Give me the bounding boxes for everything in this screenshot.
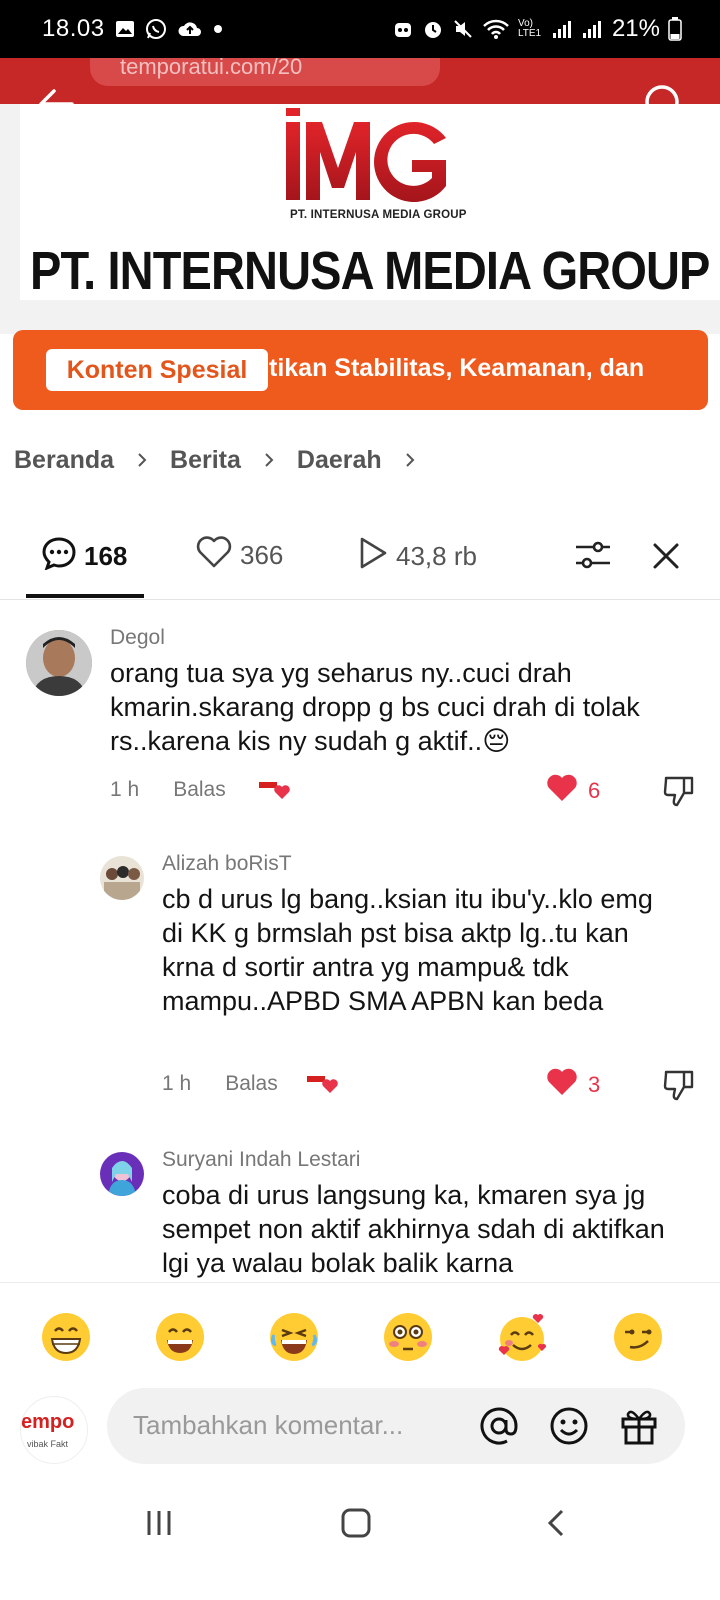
play-icon <box>358 536 388 577</box>
comment-time: 1 h <box>110 778 140 801</box>
heart-outline-icon <box>196 536 232 575</box>
robot-icon <box>392 18 414 40</box>
my-avatar-tagline: vibak Fakt <box>27 1439 69 1449</box>
avatar[interactable] <box>26 630 92 696</box>
thumbs-down-icon[interactable] <box>662 774 696 808</box>
comment-time: 1 h <box>162 1072 192 1095</box>
reply-button[interactable]: Balas <box>173 778 226 802</box>
quick-emoji-bar <box>0 1282 720 1382</box>
url-bar[interactable]: temporatui.com/20 <box>90 58 440 86</box>
tab-views[interactable]: 43,8 rb <box>358 536 477 577</box>
comment-tabs: 168 366 43,8 rb <box>0 508 720 600</box>
comment-author[interactable]: Alizah boRisT <box>162 852 292 876</box>
laugh-tears-emoji-button[interactable] <box>268 1311 320 1363</box>
tab-comments[interactable]: 168 <box>42 536 127 577</box>
comment-input-placeholder: Tambahkan komentar... <box>133 1410 404 1440</box>
thumbs-down-icon[interactable] <box>662 1068 696 1102</box>
cloud-upload-icon <box>177 19 203 39</box>
company-name: PT. INTERNUSA MEDIA GROUP <box>30 241 710 301</box>
comment-like-button[interactable]: 3 <box>546 1068 600 1102</box>
system-nav-bar <box>0 1482 720 1600</box>
comment-meta: 1 h Balas <box>110 778 296 802</box>
comment-like-count: 6 <box>588 778 601 803</box>
breadcrumb: Beranda Berita Daerah <box>14 446 438 475</box>
close-icon[interactable] <box>650 540 682 572</box>
special-content-banner[interactable]: tikan Stabilitas, Keamanan, dan Konten S… <box>13 330 708 410</box>
my-avatar-logo: empo <box>21 1411 75 1433</box>
comment-input[interactable]: Tambahkan komentar... <box>107 1388 685 1464</box>
breadcrumb-item-berita[interactable]: Berita <box>170 446 241 475</box>
heart-filled-icon <box>546 1068 578 1102</box>
comment-meta: 1 h Balas <box>162 1072 344 1096</box>
comment-author[interactable]: Degol <box>110 626 165 650</box>
comment-text-clip: coba di urus langsung ka, kmaren sya jg … <box>0 1174 720 1282</box>
status-time: 18.03 <box>42 15 105 42</box>
notification-dot-icon <box>213 24 223 34</box>
creator-liked-icon <box>258 779 296 801</box>
mute-icon <box>452 18 474 40</box>
my-avatar[interactable]: empo vibak Fakt <box>20 1396 88 1464</box>
filter-sliders-icon[interactable] <box>574 538 612 572</box>
battery-percent: 21% <box>611 15 660 42</box>
chevron-right-icon <box>136 448 148 474</box>
smile-emoji-button[interactable] <box>154 1311 206 1363</box>
gallery-icon <box>115 19 135 39</box>
battery-icon <box>668 17 682 41</box>
view-count: 43,8 rb <box>396 541 477 571</box>
like-count: 366 <box>240 540 284 570</box>
back-arrow-icon[interactable] <box>34 82 78 126</box>
comment-text: coba di urus langsung ka, kmaren sya jg … <box>162 1180 665 1278</box>
special-headline: tikan Stabilitas, Keamanan, dan <box>269 354 645 382</box>
gift-icon[interactable] <box>619 1406 659 1446</box>
img-logo <box>286 108 456 204</box>
emoji-icon[interactable] <box>549 1406 589 1446</box>
smiling-hearts-emoji-button[interactable] <box>496 1311 548 1363</box>
back-icon[interactable] <box>544 1508 568 1543</box>
comment-body: orang tua sya yg seharus ny..cuci drah k… <box>110 658 640 756</box>
flushed-emoji-button[interactable] <box>382 1311 434 1363</box>
mention-icon[interactable] <box>479 1406 519 1446</box>
grin-emoji-button[interactable] <box>40 1311 92 1363</box>
active-tab-indicator <box>26 594 144 598</box>
reply-button[interactable]: Balas <box>225 1072 278 1096</box>
heart-filled-icon <box>546 774 578 808</box>
signal-icon <box>582 19 604 39</box>
search-icon[interactable] <box>642 82 688 128</box>
comment-text: orang tua sya yg seharus ny..cuci drah k… <box>110 656 670 758</box>
whatsapp-icon <box>145 18 167 40</box>
smirk-emoji-button[interactable] <box>612 1311 664 1363</box>
chevron-right-icon <box>263 448 275 474</box>
status-bar: 18.03 Vo) LTE1 21% <box>0 0 720 58</box>
signal-icon <box>552 19 574 39</box>
wifi-icon <box>482 18 510 40</box>
home-icon[interactable] <box>340 1508 372 1543</box>
alarm-icon <box>422 18 444 40</box>
recent-apps-icon[interactable] <box>144 1508 174 1543</box>
creator-liked-icon <box>306 1073 344 1095</box>
comment-count: 168 <box>84 541 128 571</box>
special-badge: Konten Spesial <box>46 349 268 391</box>
avatar[interactable] <box>100 856 144 900</box>
comment-like-button[interactable]: 6 <box>546 774 600 808</box>
logo-subtitle: PT. INTERNUSA MEDIA GROUP <box>290 209 467 221</box>
comment-like-count: 3 <box>588 1072 601 1097</box>
network-label: Vo) LTE1 <box>517 18 542 39</box>
breadcrumb-item-daerah[interactable]: Daerah <box>297 446 382 475</box>
breadcrumb-item-beranda[interactable]: Beranda <box>14 446 114 475</box>
tab-likes[interactable]: 366 <box>196 536 283 575</box>
comment-author[interactable]: Suryani Indah Lestari <box>162 1148 360 1172</box>
pensive-emoji: 😔 <box>482 726 511 756</box>
comment-text: cb d urus lg bang..ksian itu ibu'y..klo … <box>162 884 653 1016</box>
comment-input-bar: empo vibak Fakt Tambahkan komentar... <box>0 1382 720 1482</box>
comment-icon <box>42 536 76 577</box>
chevron-right-icon <box>404 448 416 474</box>
url-text: temporatui.com/20 <box>120 58 303 79</box>
